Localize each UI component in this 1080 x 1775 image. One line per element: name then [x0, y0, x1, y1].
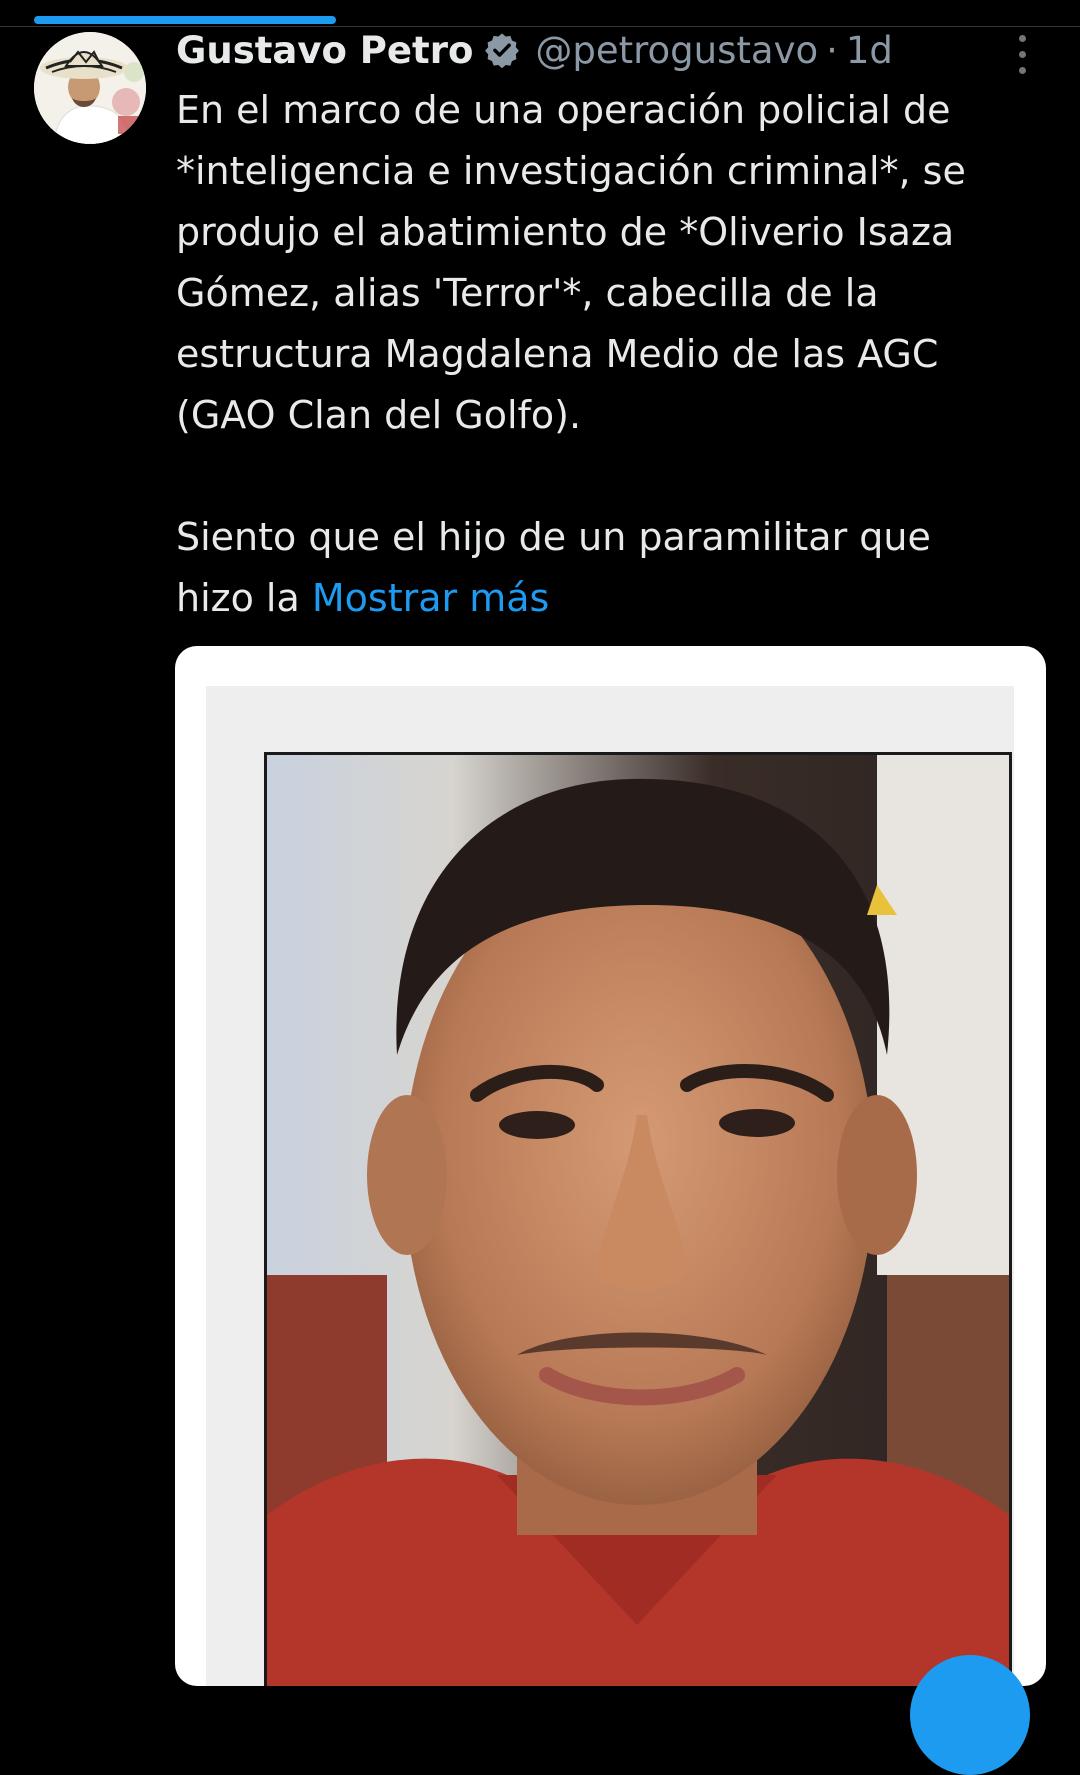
- verified-badge-icon: [483, 31, 521, 69]
- tweet-text-line: produjo el abatimiento de *Oliverio Isaz…: [176, 210, 955, 254]
- author-name[interactable]: Gustavo Petro: [176, 29, 473, 72]
- post-time[interactable]: 1d: [846, 29, 893, 72]
- more-vertical-icon[interactable]: [1010, 30, 1034, 78]
- tweet-text-line: estructura Magdalena Medio de las AGC: [176, 332, 939, 376]
- more-dot: [1018, 66, 1026, 74]
- portrait-image: [267, 755, 1009, 1686]
- media-backdrop: [206, 686, 1014, 1686]
- tweet-header: Gustavo Petro @petrogustavo · 1d: [176, 22, 893, 78]
- more-dot: [1018, 50, 1026, 58]
- portrait-photo[interactable]: [264, 752, 1012, 1686]
- avatar[interactable]: [34, 32, 146, 144]
- more-dot: [1018, 34, 1026, 42]
- author-handle[interactable]: @petrogustavo: [535, 29, 818, 72]
- avatar-image: [34, 32, 146, 144]
- tweet-text-last-line: hizo la Mostrar más: [176, 568, 1056, 629]
- separator-dot: ·: [826, 28, 838, 72]
- tweet-text-line: En el marco de una operación policial de: [176, 88, 951, 132]
- tweet-text-line: (GAO Clan del Golfo).: [176, 393, 582, 437]
- tweet-text-line: *inteligencia e investigación criminal*,…: [176, 149, 966, 193]
- tweet-text-line: Gómez, alias 'Terror'*, cabecilla de la: [176, 271, 879, 315]
- compose-button[interactable]: [910, 1655, 1030, 1775]
- tweet-media-card[interactable]: [175, 646, 1046, 1686]
- tweet-text: En el marco de una operación policial de…: [176, 80, 1056, 629]
- tweet-text-prefix: hizo la: [176, 576, 300, 620]
- tweet-text-line: Siento que el hijo de un paramilitar que: [176, 515, 931, 559]
- show-more-link[interactable]: Mostrar más: [312, 576, 549, 620]
